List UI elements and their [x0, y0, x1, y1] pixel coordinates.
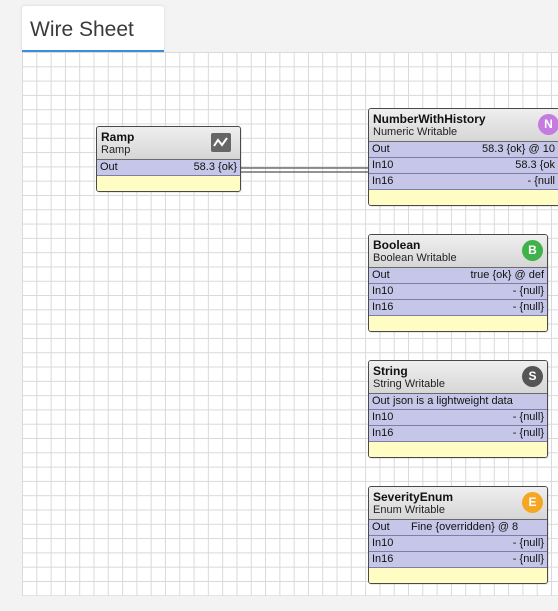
slot-label: In10	[372, 411, 394, 423]
node-type: Enum Writable	[373, 504, 445, 516]
node-type: Boolean Writable	[373, 252, 457, 264]
slot-out[interactable]: Out 58.3 {ok}	[97, 160, 240, 176]
node-footer	[369, 190, 558, 205]
string-node[interactable]: String String Writable S Out json is a l…	[368, 360, 548, 458]
slot-label: In16	[372, 427, 394, 439]
string-writable-icon: S	[522, 366, 543, 387]
slot-label: In16	[372, 301, 394, 313]
slot-value: 58.3 {ok	[515, 159, 555, 171]
slot-value: - {null}	[512, 537, 544, 549]
slot-label: In10	[372, 159, 394, 171]
node-type: String Writable	[373, 378, 445, 390]
node-name: Ramp	[101, 130, 135, 144]
node-footer	[97, 176, 240, 191]
slot-out[interactable]: Out true {ok} @ def	[369, 268, 547, 284]
slot-value: Fine {overridden} @ 8	[411, 521, 519, 533]
slot-label: In10	[372, 285, 394, 297]
node-header[interactable]: String String Writable S	[369, 361, 547, 394]
wire-sheet-canvas[interactable]: Ramp Ramp Out 58.3 {ok} NumberWithHistor…	[22, 52, 558, 596]
slot-label: Out	[100, 161, 118, 173]
ramp-icon	[211, 133, 231, 152]
boolean-node[interactable]: Boolean Boolean Writable B Out true {ok}…	[368, 234, 548, 332]
node-footer	[369, 316, 547, 331]
node-header[interactable]: Ramp Ramp	[97, 127, 240, 160]
severity-enum-node[interactable]: SeverityEnum Enum Writable E Out Fine {o…	[368, 486, 548, 584]
bottom-bar	[0, 596, 558, 611]
node-header[interactable]: NumberWithHistory Numeric Writable N	[369, 109, 558, 142]
slot-value: true {ok} @ def	[470, 269, 544, 281]
node-name: NumberWithHistory	[373, 112, 486, 126]
ramp-node[interactable]: Ramp Ramp Out 58.3 {ok}	[96, 126, 241, 192]
slot-in16[interactable]: In16 - {null}	[369, 552, 547, 568]
enum-writable-icon: E	[522, 492, 543, 513]
node-header[interactable]: Boolean Boolean Writable B	[369, 235, 547, 268]
slot-in10[interactable]: In10 58.3 {ok	[369, 158, 558, 174]
slot-label: Out	[372, 395, 390, 407]
node-type: Ramp	[101, 144, 131, 156]
slot-in10[interactable]: In10 - {null}	[369, 536, 547, 552]
slot-out[interactable]: Out 58.3 {ok} @ 10	[369, 142, 558, 158]
boolean-writable-icon: B	[522, 240, 543, 261]
slot-value: - {null}	[512, 285, 544, 297]
slot-label: In10	[372, 537, 394, 549]
slot-in16[interactable]: In16 - {null}	[369, 300, 547, 316]
node-type: Numeric Writable	[373, 126, 458, 138]
slot-out[interactable]: Out Fine {overridden} @ 8	[369, 520, 547, 536]
slot-in16[interactable]: In16 - {null}	[369, 426, 547, 442]
slot-value: - {null}	[512, 301, 544, 313]
slot-value: - {null}	[512, 427, 544, 439]
slot-value: 58.3 {ok}	[193, 161, 237, 173]
node-name: SeverityEnum	[373, 490, 454, 504]
slot-label: Out	[372, 521, 390, 533]
slot-in10[interactable]: In10 - {null}	[369, 410, 547, 426]
tab-bar: Wire Sheet	[0, 0, 558, 52]
numeric-writable-icon: N	[538, 114, 558, 135]
slot-value: json is a lightweight data	[393, 395, 513, 407]
slot-value: - {null	[527, 175, 555, 187]
node-header[interactable]: SeverityEnum Enum Writable E	[369, 487, 547, 520]
number-with-history-node[interactable]: NumberWithHistory Numeric Writable N Out…	[368, 108, 558, 206]
tab-wire-sheet[interactable]: Wire Sheet	[22, 6, 164, 52]
tab-title: Wire Sheet	[30, 18, 134, 41]
node-name: String	[373, 364, 408, 378]
slot-label: In16	[372, 175, 394, 187]
slot-value: 58.3 {ok} @ 10	[482, 143, 555, 155]
node-name: Boolean	[373, 238, 421, 252]
slot-label: Out	[372, 143, 390, 155]
slot-label: In16	[372, 553, 394, 565]
slot-in10[interactable]: In10 - {null}	[369, 284, 547, 300]
slot-value: - {null}	[512, 411, 544, 423]
slot-in16[interactable]: In16 - {null	[369, 174, 558, 190]
slot-label: Out	[372, 269, 390, 281]
slot-out[interactable]: Out json is a lightweight data	[369, 394, 547, 410]
node-footer	[369, 568, 547, 583]
slot-value: - {null}	[512, 553, 544, 565]
node-footer	[369, 442, 547, 457]
